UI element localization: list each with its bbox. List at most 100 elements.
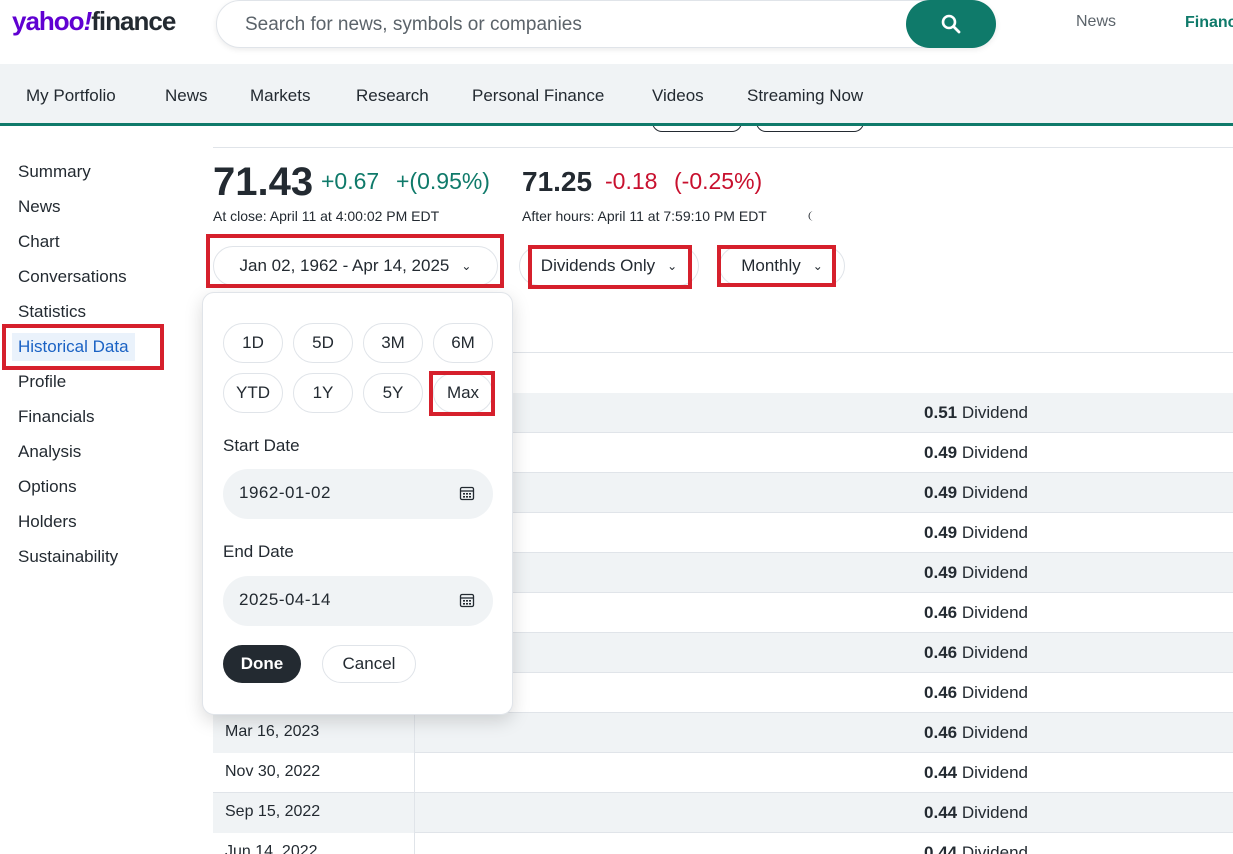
- nav-streaming-now[interactable]: Streaming Now: [747, 86, 863, 106]
- nav-markets[interactable]: Markets: [250, 86, 310, 106]
- dividend-type: Dividend: [961, 843, 1028, 854]
- sidebar-item-analysis[interactable]: Analysis: [18, 442, 81, 462]
- search-input[interactable]: [245, 11, 885, 39]
- row-dividend: 0.49 Dividend: [813, 523, 1028, 543]
- row-dividend: 0.44 Dividend: [813, 763, 1028, 783]
- range-ytd-button[interactable]: YTD: [223, 373, 283, 413]
- row-date: Sep 15, 2022: [213, 793, 415, 833]
- cancel-button[interactable]: Cancel: [322, 645, 416, 683]
- search-box: [216, 0, 996, 48]
- end-date-field: [223, 576, 493, 626]
- sidebar-item-conversations[interactable]: Conversations: [18, 267, 127, 287]
- search-button[interactable]: [906, 0, 996, 48]
- row-dividend: 0.46 Dividend: [813, 683, 1028, 703]
- range-3m-button[interactable]: 3M: [363, 323, 423, 363]
- close-change: +0.67: [321, 168, 380, 194]
- row-date: Jun 14, 2022: [213, 833, 415, 854]
- top-link-finance[interactable]: Finance: [1185, 14, 1233, 32]
- nav-personal-finance[interactable]: Personal Finance: [472, 86, 604, 106]
- nav-research[interactable]: Research: [356, 86, 429, 106]
- end-date-input[interactable]: [239, 590, 439, 610]
- sidebar-item-statistics[interactable]: Statistics: [18, 302, 86, 322]
- row-dividend: 0.49 Dividend: [813, 563, 1028, 583]
- sidebar-item-sustainability[interactable]: Sustainability: [18, 547, 118, 567]
- dividend-amount: 0.46: [924, 643, 958, 662]
- dividend-amount: 0.44: [924, 843, 958, 854]
- after-hours-price: 71.25: [522, 166, 593, 197]
- dividend-amount: 0.44: [924, 803, 958, 822]
- row-dividend: 0.49 Dividend: [813, 483, 1028, 503]
- sidebar-item-summary[interactable]: Summary: [18, 162, 91, 182]
- row-dividend: 0.44 Dividend: [813, 843, 1028, 854]
- dividend-type: Dividend: [961, 563, 1028, 582]
- sidebar-item-profile[interactable]: Profile: [18, 372, 66, 392]
- search-icon: [941, 14, 961, 34]
- moon-icon: [808, 211, 814, 221]
- calendar-icon[interactable]: [459, 592, 475, 608]
- sidebar-item-financials[interactable]: Financials: [18, 407, 95, 427]
- start-date-input[interactable]: [239, 483, 439, 503]
- dividend-type: Dividend: [961, 403, 1028, 422]
- highlight-box-dividends: [528, 245, 692, 289]
- table-row: Nov 30, 2022 0.44 Dividend: [213, 753, 1233, 793]
- dividend-amount: 0.49: [924, 523, 958, 542]
- row-date: Nov 30, 2022: [213, 753, 415, 793]
- nav-my-portfolio[interactable]: My Portfolio: [26, 86, 116, 106]
- highlight-box-max: [429, 371, 495, 416]
- range-1d-button[interactable]: 1D: [223, 323, 283, 363]
- row-dividend: 0.44 Dividend: [813, 803, 1028, 823]
- dividend-amount: 0.46: [924, 723, 958, 742]
- row-date: Mar 16, 2023: [213, 713, 415, 753]
- dividend-amount: 0.46: [924, 683, 958, 702]
- sidebar-item-chart[interactable]: Chart: [18, 232, 60, 252]
- done-button[interactable]: Done: [223, 645, 301, 683]
- row-dividend: 0.46 Dividend: [813, 643, 1028, 663]
- row-dividend: 0.51 Dividend: [813, 403, 1028, 423]
- divider: [213, 147, 1233, 148]
- highlight-box-frequency: [717, 245, 836, 287]
- dividend-amount: 0.51: [924, 403, 958, 422]
- top-bar: yahoo!finance News Finance: [0, 0, 1233, 62]
- top-link-news[interactable]: News: [1076, 13, 1116, 31]
- row-dividend: 0.46 Dividend: [813, 723, 1028, 743]
- logo-yahoo-text: yahoo: [12, 6, 85, 36]
- dividend-amount: 0.44: [924, 763, 958, 782]
- nav-videos[interactable]: Videos: [652, 86, 704, 106]
- sidebar-item-holders[interactable]: Holders: [18, 512, 77, 532]
- yahoo-finance-logo[interactable]: yahoo!finance: [12, 6, 176, 37]
- range-5d-button[interactable]: 5D: [293, 323, 353, 363]
- dividend-type: Dividend: [961, 523, 1028, 542]
- table-row: Sep 15, 2022 0.44 Dividend: [213, 793, 1233, 833]
- row-dividend: 0.49 Dividend: [813, 443, 1028, 463]
- table-row: Mar 16, 2023 0.46 Dividend: [213, 713, 1233, 753]
- highlight-box-historical-data: [2, 324, 164, 370]
- logo-finance-text: finance: [91, 6, 176, 36]
- dividend-type: Dividend: [961, 803, 1028, 822]
- highlight-box-date-range: [206, 234, 504, 288]
- dividend-type: Dividend: [961, 723, 1028, 742]
- dividend-amount: 0.46: [924, 603, 958, 622]
- after-hours-change: -0.18: [605, 168, 658, 194]
- sidebar-item-options[interactable]: Options: [18, 477, 77, 497]
- main-nav: My Portfolio News Markets Research Perso…: [0, 64, 1233, 126]
- dividend-amount: 0.49: [924, 483, 958, 502]
- close-timestamp: At close: April 11 at 4:00:02 PM EDT: [213, 208, 440, 224]
- dividend-type: Dividend: [961, 643, 1028, 662]
- range-5y-button[interactable]: 5Y: [363, 373, 423, 413]
- range-1y-button[interactable]: 1Y: [293, 373, 353, 413]
- close-change-percent: +(0.95%): [396, 168, 490, 194]
- dividend-type: Dividend: [961, 683, 1028, 702]
- dividend-type: Dividend: [961, 603, 1028, 622]
- nav-news[interactable]: News: [165, 86, 208, 106]
- table-row: Jun 14, 2022 0.44 Dividend: [213, 833, 1233, 854]
- calendar-icon[interactable]: [459, 485, 475, 501]
- sidebar-item-news[interactable]: News: [18, 197, 61, 217]
- start-date-label: Start Date: [223, 436, 300, 455]
- row-dividend: 0.46 Dividend: [813, 603, 1028, 623]
- dividend-type: Dividend: [961, 443, 1028, 462]
- start-date-field: [223, 469, 493, 519]
- dividend-type: Dividend: [961, 483, 1028, 502]
- after-hours-change-percent: (-0.25%): [674, 168, 763, 194]
- range-6m-button[interactable]: 6M: [433, 323, 493, 363]
- end-date-label: End Date: [223, 542, 294, 561]
